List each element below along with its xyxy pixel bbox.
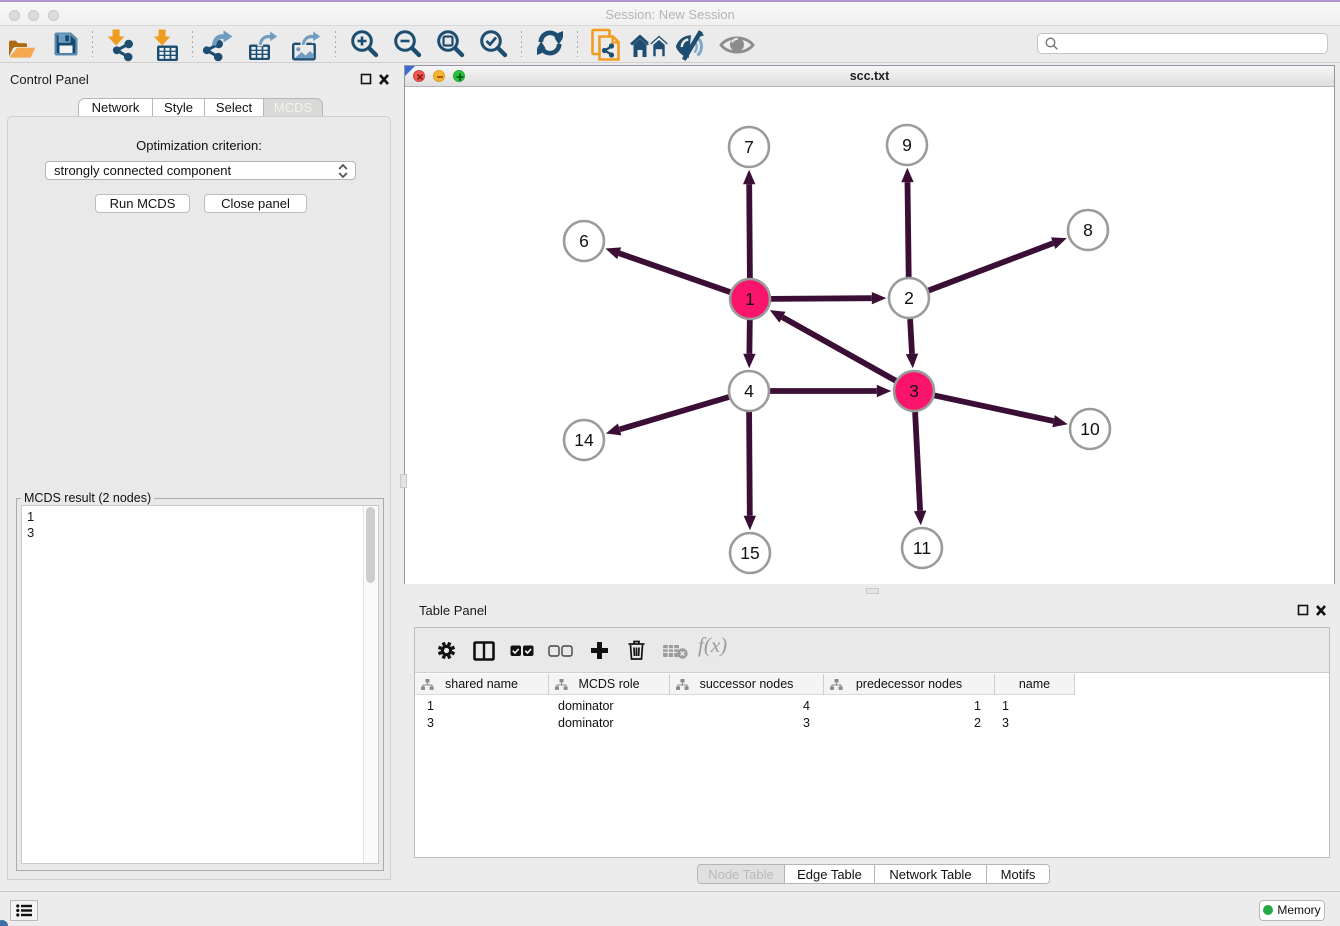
- svg-text:11: 11: [913, 538, 931, 558]
- svg-text:6: 6: [579, 231, 589, 251]
- svg-text:8: 8: [1083, 220, 1093, 240]
- svg-text:10: 10: [1080, 419, 1100, 439]
- svg-text:14: 14: [574, 430, 594, 450]
- svg-text:2: 2: [904, 288, 914, 308]
- svg-text:3: 3: [909, 381, 919, 401]
- svg-text:1: 1: [745, 289, 755, 309]
- svg-text:15: 15: [740, 543, 759, 563]
- svg-text:4: 4: [744, 381, 754, 401]
- svg-text:9: 9: [902, 135, 912, 155]
- svg-text:7: 7: [744, 137, 754, 157]
